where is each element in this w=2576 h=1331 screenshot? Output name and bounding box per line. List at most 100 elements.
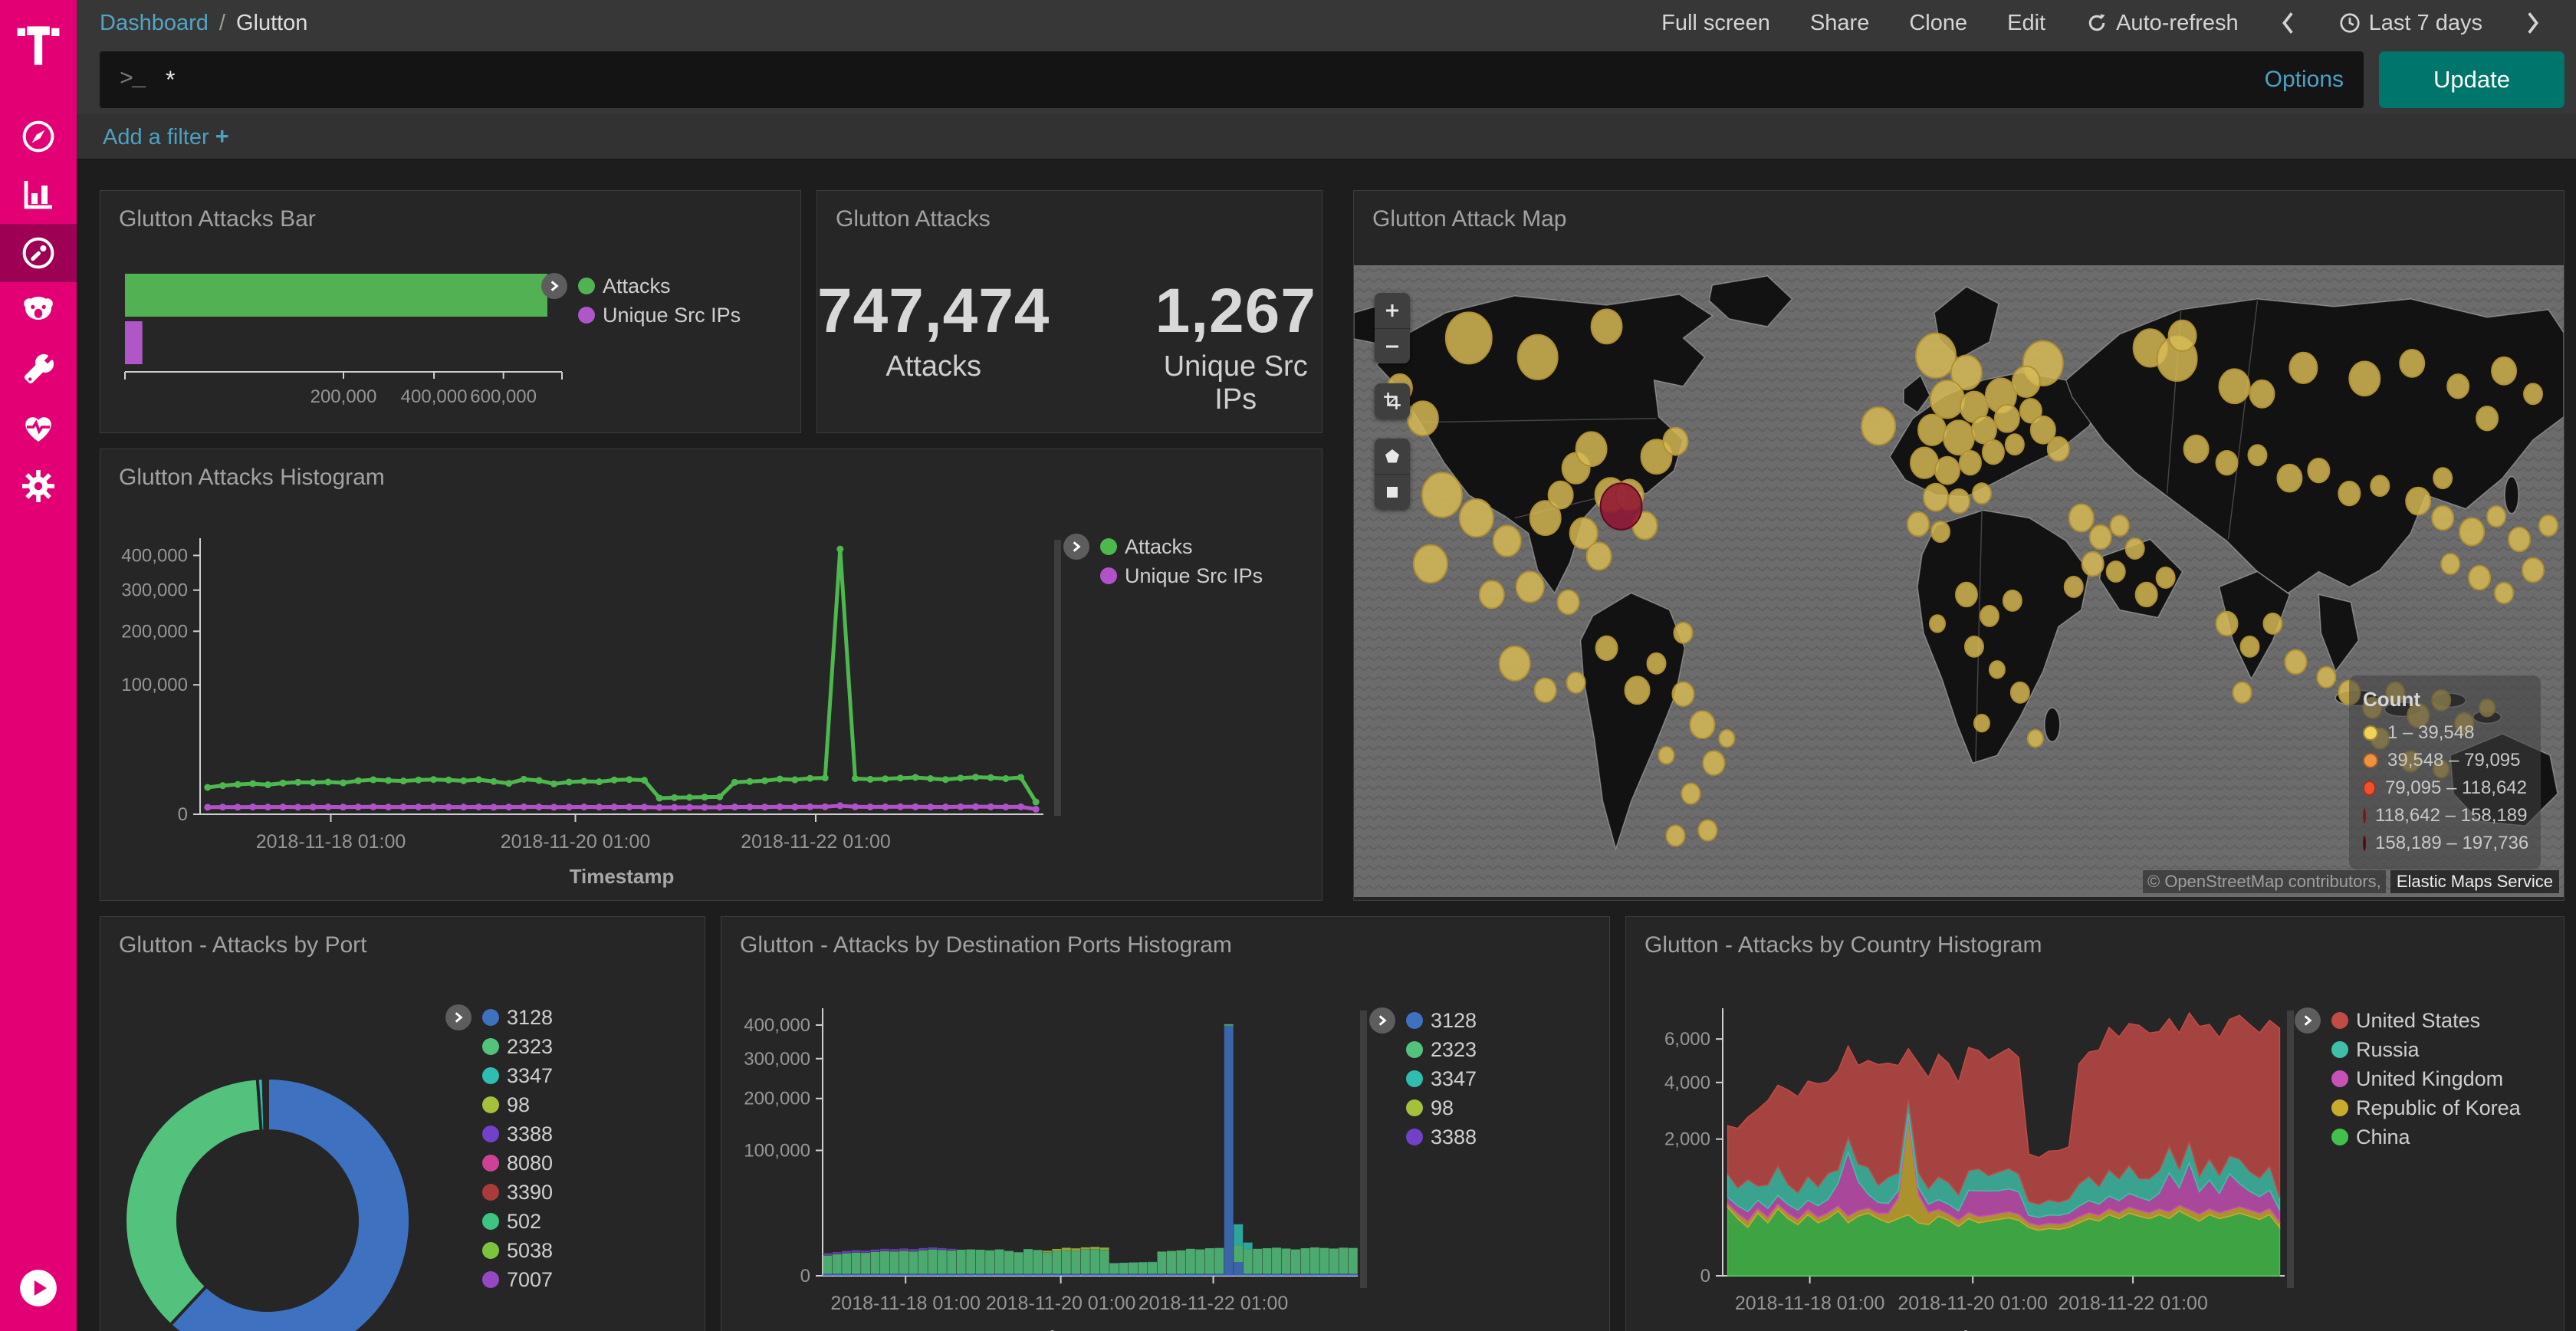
options-link[interactable]: Options [2265, 67, 2344, 93]
svg-text:100,000: 100,000 [744, 1140, 810, 1161]
legend-item[interactable]: 3388 [1406, 1122, 1477, 1152]
sidebar-item-management[interactable] [0, 457, 77, 515]
legend-toggle-icon[interactable] [1063, 534, 1089, 560]
gauge-icon [20, 235, 57, 271]
legend-item[interactable]: 3388 [482, 1119, 553, 1149]
legend-item[interactable]: 3128 [482, 1003, 553, 1032]
legend-color-dot [1406, 1012, 1423, 1029]
map-zoom-out-button[interactable] [1375, 328, 1410, 363]
update-button[interactable]: Update [2379, 51, 2564, 108]
map-legend-item: 1 – 39,548 [2363, 719, 2527, 747]
attacks-bar-chart[interactable]: 200,000400,000600,000 [117, 274, 593, 416]
legend-label: United States [2356, 1009, 2480, 1033]
legend-toggle-icon[interactable] [2295, 1007, 2321, 1034]
legend-item[interactable]: United Kingdom [2331, 1064, 2521, 1093]
panel-title: Glutton Attacks Bar [100, 191, 800, 248]
map-zoom-in-button[interactable] [1375, 293, 1410, 328]
legend-item[interactable]: 502 [482, 1207, 553, 1236]
legend-item[interactable]: United States [2331, 1006, 2521, 1035]
time-forward-button[interactable] [2522, 10, 2542, 36]
map-fit-data-button[interactable] [1375, 383, 1410, 419]
legend-item[interactable]: 5038 [482, 1236, 553, 1265]
fullscreen-menu-item[interactable]: Full screen [1661, 11, 1770, 36]
svg-text:Timestamp: Timestamp [1951, 1326, 2056, 1331]
legend-color-dot [1406, 1070, 1423, 1087]
svg-text:Timestamp: Timestamp [1038, 1326, 1143, 1331]
edit-menu-item[interactable]: Edit [2007, 11, 2045, 36]
polygon-icon [1383, 447, 1401, 465]
attacks-histogram-chart[interactable]: 0100,000200,000300,000400,0002018-11-18 … [116, 526, 1059, 894]
query-input[interactable]: >_ * Options [100, 51, 2364, 108]
legend-item[interactable]: Republic of Korea [2331, 1093, 2521, 1122]
legend-color-dot [1406, 1041, 1423, 1058]
metric-value: 747,474 [817, 275, 1050, 347]
sidebar-item-dashboard[interactable] [0, 224, 77, 282]
legend-item[interactable]: 3128 [1406, 1006, 1477, 1035]
legend-divider [1360, 1011, 1367, 1288]
breadcrumb-dashboard-link[interactable]: Dashboard [100, 11, 209, 36]
legend-item[interactable]: China [2331, 1122, 2521, 1152]
legend-item[interactable]: 98 [1406, 1093, 1477, 1122]
map-legend-item: 39,548 – 79,095 [2363, 747, 2527, 774]
telekom-t-icon [17, 18, 60, 67]
legend-item[interactable]: 7007 [482, 1265, 553, 1294]
legend-label: 3388 [1431, 1126, 1477, 1149]
clone-menu-item[interactable]: Clone [1909, 11, 1967, 36]
collapse-nav-button[interactable] [0, 1259, 77, 1317]
share-menu-item[interactable]: Share [1810, 11, 1869, 36]
sidebar-item-devtools[interactable] [0, 340, 77, 399]
elastic-maps-attribution[interactable]: Elastic Maps Service [2390, 870, 2559, 893]
svg-text:200,000: 200,000 [744, 1089, 810, 1109]
svg-text:4,000: 4,000 [1664, 1073, 1710, 1093]
sidebar-nav [0, 107, 77, 515]
sidebar-item-monitoring[interactable] [0, 399, 77, 457]
sidebar-item-discover[interactable] [0, 107, 77, 166]
attack-map[interactable]: Count 1 – 39,54839,548 – 79,09579,095 – … [1354, 265, 2564, 897]
map-legend-dot [2363, 781, 2376, 796]
legend-item[interactable]: Attacks [1100, 532, 1263, 561]
legend-label: Attacks [603, 274, 671, 298]
country-chart[interactable]: 02,0004,0006,0002018-11-18 01:002018-11-… [1626, 1001, 2308, 1331]
legend-toggle-icon[interactable] [445, 1004, 472, 1030]
svg-text:2018-11-22 01:00: 2018-11-22 01:00 [741, 831, 891, 853]
legend-divider [2287, 1011, 2294, 1288]
legend-label: 7007 [507, 1268, 553, 1292]
auto-refresh-menu-item[interactable]: Auto-refresh [2085, 11, 2239, 36]
legend-item[interactable]: 3347 [482, 1061, 553, 1090]
time-back-button[interactable] [2279, 10, 2298, 36]
legend-item[interactable]: 2323 [1406, 1035, 1477, 1064]
map-legend-label: 158,189 – 197,736 [2375, 833, 2528, 854]
sidebar-item-tpot[interactable] [0, 282, 77, 340]
port-donut-chart[interactable] [108, 1070, 430, 1331]
add-filter-link[interactable]: Add a filter+ [103, 123, 229, 150]
legend-item[interactable]: 3390 [482, 1178, 553, 1207]
map-legend-title: Count [2363, 688, 2527, 712]
legend-item[interactable]: 8080 [482, 1149, 553, 1178]
legend-item[interactable]: Attacks [578, 271, 741, 301]
legend-toggle-icon[interactable] [541, 273, 567, 299]
map-draw-rectangle-button[interactable] [1375, 474, 1410, 509]
metric-unique-src-ips: 1,267 Unique Src IPs [1149, 275, 1322, 416]
legend-item[interactable]: 98 [482, 1090, 553, 1119]
legend-item[interactable]: 3347 [1406, 1064, 1477, 1093]
legend-color-dot [2331, 1129, 2348, 1145]
legend-color-dot [482, 1067, 499, 1084]
svg-text:100,000: 100,000 [121, 675, 188, 695]
svg-text:400,000: 400,000 [744, 1015, 810, 1036]
time-picker[interactable]: Last 7 days [2338, 11, 2482, 36]
legend-item[interactable]: Unique Src IPs [578, 301, 741, 330]
dest-ports-chart[interactable]: 0100,000200,000300,000400,0002018-11-18 … [721, 1001, 1381, 1331]
svg-text:0: 0 [800, 1266, 810, 1287]
sidebar-item-visualize[interactable] [0, 166, 77, 224]
legend: 312823233347983388808033905025038 7007 [445, 1003, 553, 1294]
legend-item[interactable]: Unique Src IPs [1100, 561, 1263, 590]
svg-text:6,000: 6,000 [1664, 1029, 1710, 1050]
panel-attack-map: Glutton Attack Map [1353, 190, 2564, 901]
legend-color-dot [482, 1242, 499, 1259]
telekom-logo[interactable] [0, 0, 77, 84]
legend-item[interactable]: Russia [2331, 1035, 2521, 1064]
legend-toggle-icon[interactable] [1369, 1007, 1395, 1034]
bear-icon [19, 293, 58, 330]
legend-item[interactable]: 2323 [482, 1032, 553, 1061]
map-draw-polygon-button[interactable] [1375, 439, 1410, 474]
